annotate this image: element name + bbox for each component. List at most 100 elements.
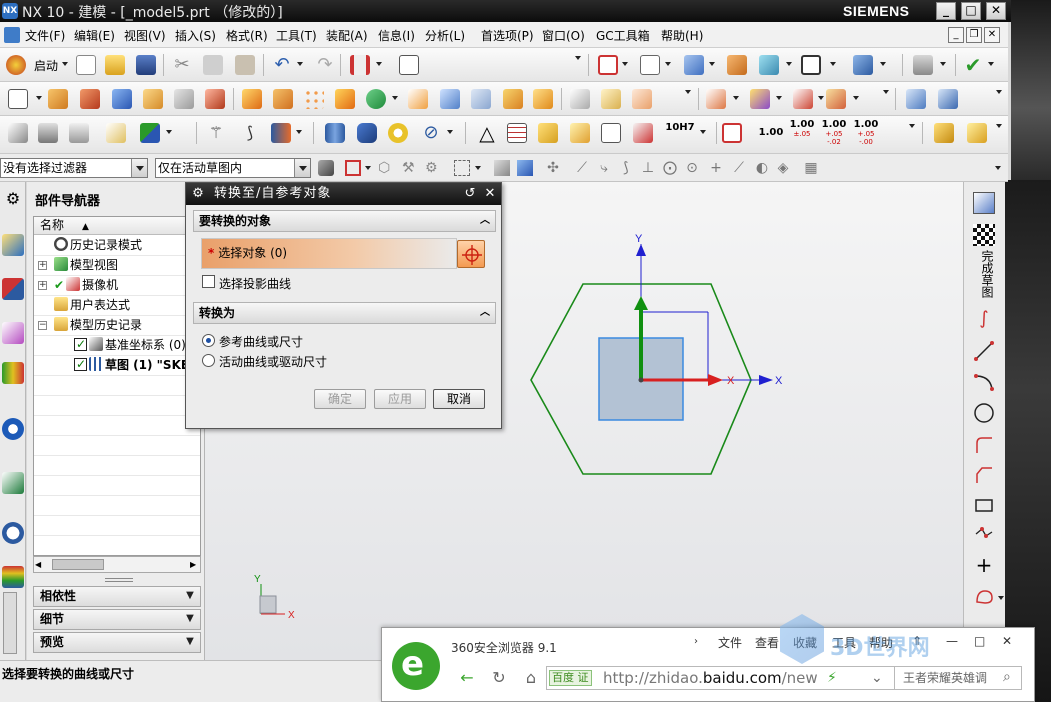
history-icon[interactable] [2,522,24,544]
close-button[interactable]: ✕ [986,2,1006,20]
stack-icon[interactable] [913,55,933,75]
scroll-left-icon[interactable]: ◀ [35,560,41,569]
face-blend-icon[interactable] [570,89,590,109]
selection-options-icon[interactable]: ⚙ [425,160,441,176]
chevron-down-icon[interactable] [131,159,147,177]
browser-menu-view[interactable]: 查看 [755,634,779,651]
scroll-thumb[interactable] [52,559,104,570]
dialog-settings-icon[interactable]: ⚙ [190,186,206,202]
toolbar-options-icon[interactable] [883,90,889,94]
chamfer-sketch-icon[interactable] [973,464,995,486]
chamfer-icon[interactable] [205,89,225,109]
offset-face-icon[interactable] [471,89,491,109]
menu-assembly[interactable]: 装配(A) [326,27,368,44]
info-window-icon[interactable] [399,55,419,75]
block-icon[interactable] [112,89,132,109]
start-icon[interactable] [6,55,26,75]
lightning-icon[interactable]: ⚡ [827,670,837,686]
chevron-down-icon[interactable] [62,62,68,66]
navigator-horizontal-scrollbar[interactable]: ◀ ▶ [33,556,201,573]
shaded-view-icon[interactable] [684,55,704,75]
splitter-handle[interactable] [105,578,133,582]
gc-toolkit-icon[interactable] [934,123,954,143]
chevron-down-icon[interactable] [818,96,824,100]
sketch-icon[interactable] [8,89,28,109]
fit-label[interactable]: 10H7 [664,123,696,133]
chevron-down-icon[interactable] [700,130,706,134]
select-object-button[interactable] [457,240,485,268]
radio-active[interactable] [202,354,215,367]
collapse-up-icon[interactable]: ︿ [476,212,494,230]
chevron-down-icon[interactable] [709,62,715,66]
offset-sketch-icon[interactable] [973,586,995,608]
symbol-icon[interactable] [633,123,653,143]
selection-intent-icon[interactable] [345,160,361,176]
chevron-down-icon[interactable] [665,62,671,66]
revolve-icon[interactable] [80,89,100,109]
orient-view-icon[interactable] [759,55,779,75]
menu-format[interactable]: 格式(R) [226,27,268,44]
extrude-icon[interactable] [48,89,68,109]
note-icon[interactable] [601,123,621,143]
snap-on-curve-icon[interactable]: ⟋ [731,160,747,176]
expand-icon[interactable]: + [38,261,47,270]
chevron-down-icon[interactable] [830,62,836,66]
ok-button[interactable]: 确定 [314,389,366,409]
table-icon[interactable] [507,123,527,143]
dialog-close-icon[interactable]: ✕ [482,186,498,202]
chevron-down-icon[interactable] [447,130,453,134]
panel-dependencies[interactable]: 相依性 ▼ [33,586,201,607]
layer-settings-icon[interactable] [38,123,58,143]
chevron-down-icon[interactable] [998,596,1004,600]
surface-icon[interactable] [906,89,926,109]
point-icon[interactable]: + [973,554,995,576]
back-arrow-icon[interactable]: ← [458,669,476,687]
maximize-button[interactable]: □ [961,2,981,20]
minimize-button[interactable]: _ [936,2,956,20]
menu-analysis[interactable]: 分析(L) [425,27,465,44]
line-icon[interactable] [973,340,995,362]
cylinder-icon[interactable] [143,89,163,109]
background-icon[interactable] [801,55,821,75]
gc-data-icon[interactable] [967,123,987,143]
snap-mid-point-icon[interactable]: ⟋ [574,160,590,176]
tree-item-datum-csys[interactable]: 基准坐标系 (0) [74,334,186,355]
menu-window[interactable]: 窗口(O) [542,27,585,44]
nx-menu-icon[interactable] [4,27,20,43]
home-icon[interactable]: ⌂ [522,669,540,687]
cut-icon[interactable]: ✂ [172,55,192,75]
paint-icon[interactable] [106,123,126,143]
type-filter-select[interactable]: 没有选择过滤器 [0,158,148,178]
chevron-down-icon[interactable] [475,166,481,170]
rectangle-select-icon[interactable] [454,160,470,176]
toolbar-options-icon[interactable] [995,166,1001,170]
command-finder-icon[interactable] [350,55,370,75]
chevron-down-icon[interactable] [622,62,628,66]
tree-item-cameras[interactable]: ✔ 摄像机 [54,275,118,295]
reattach-icon[interactable] [69,123,89,143]
select-object-row[interactable]: * 选择对象 (0) [201,238,457,269]
doc-minimize-button[interactable]: _ [948,27,964,43]
open-folder-icon[interactable] [105,55,125,75]
fit-view-icon[interactable] [598,55,618,75]
subtract-icon[interactable] [366,89,386,109]
chevron-down-icon[interactable] [296,130,302,134]
cylinder-toolbar-icon[interactable] [325,123,345,143]
reuse-library-icon[interactable] [2,362,24,384]
chevron-down-icon[interactable] [294,159,310,177]
grid-icon[interactable]: ▦ [803,160,819,176]
save-icon[interactable] [136,55,156,75]
menu-gc-toolkit[interactable]: GC工具箱 [596,27,650,44]
chevron-down-icon[interactable] [880,62,886,66]
part-navigator-icon[interactable] [2,322,24,344]
tree-item-model-history[interactable]: 模型历史记录 [54,315,142,335]
snap-arc-center-icon[interactable]: ⊥ [640,160,656,176]
layer-icon[interactable] [727,55,747,75]
select-face-icon[interactable] [517,160,533,176]
profile-icon[interactable]: ∫ [973,308,995,330]
panel-preview[interactable]: 预览 ▼ [33,632,201,653]
copy-icon[interactable] [203,55,223,75]
rectangle-icon[interactable] [973,494,995,516]
toolbar-options-icon[interactable] [575,56,581,60]
collapse-icon[interactable]: − [38,321,47,330]
